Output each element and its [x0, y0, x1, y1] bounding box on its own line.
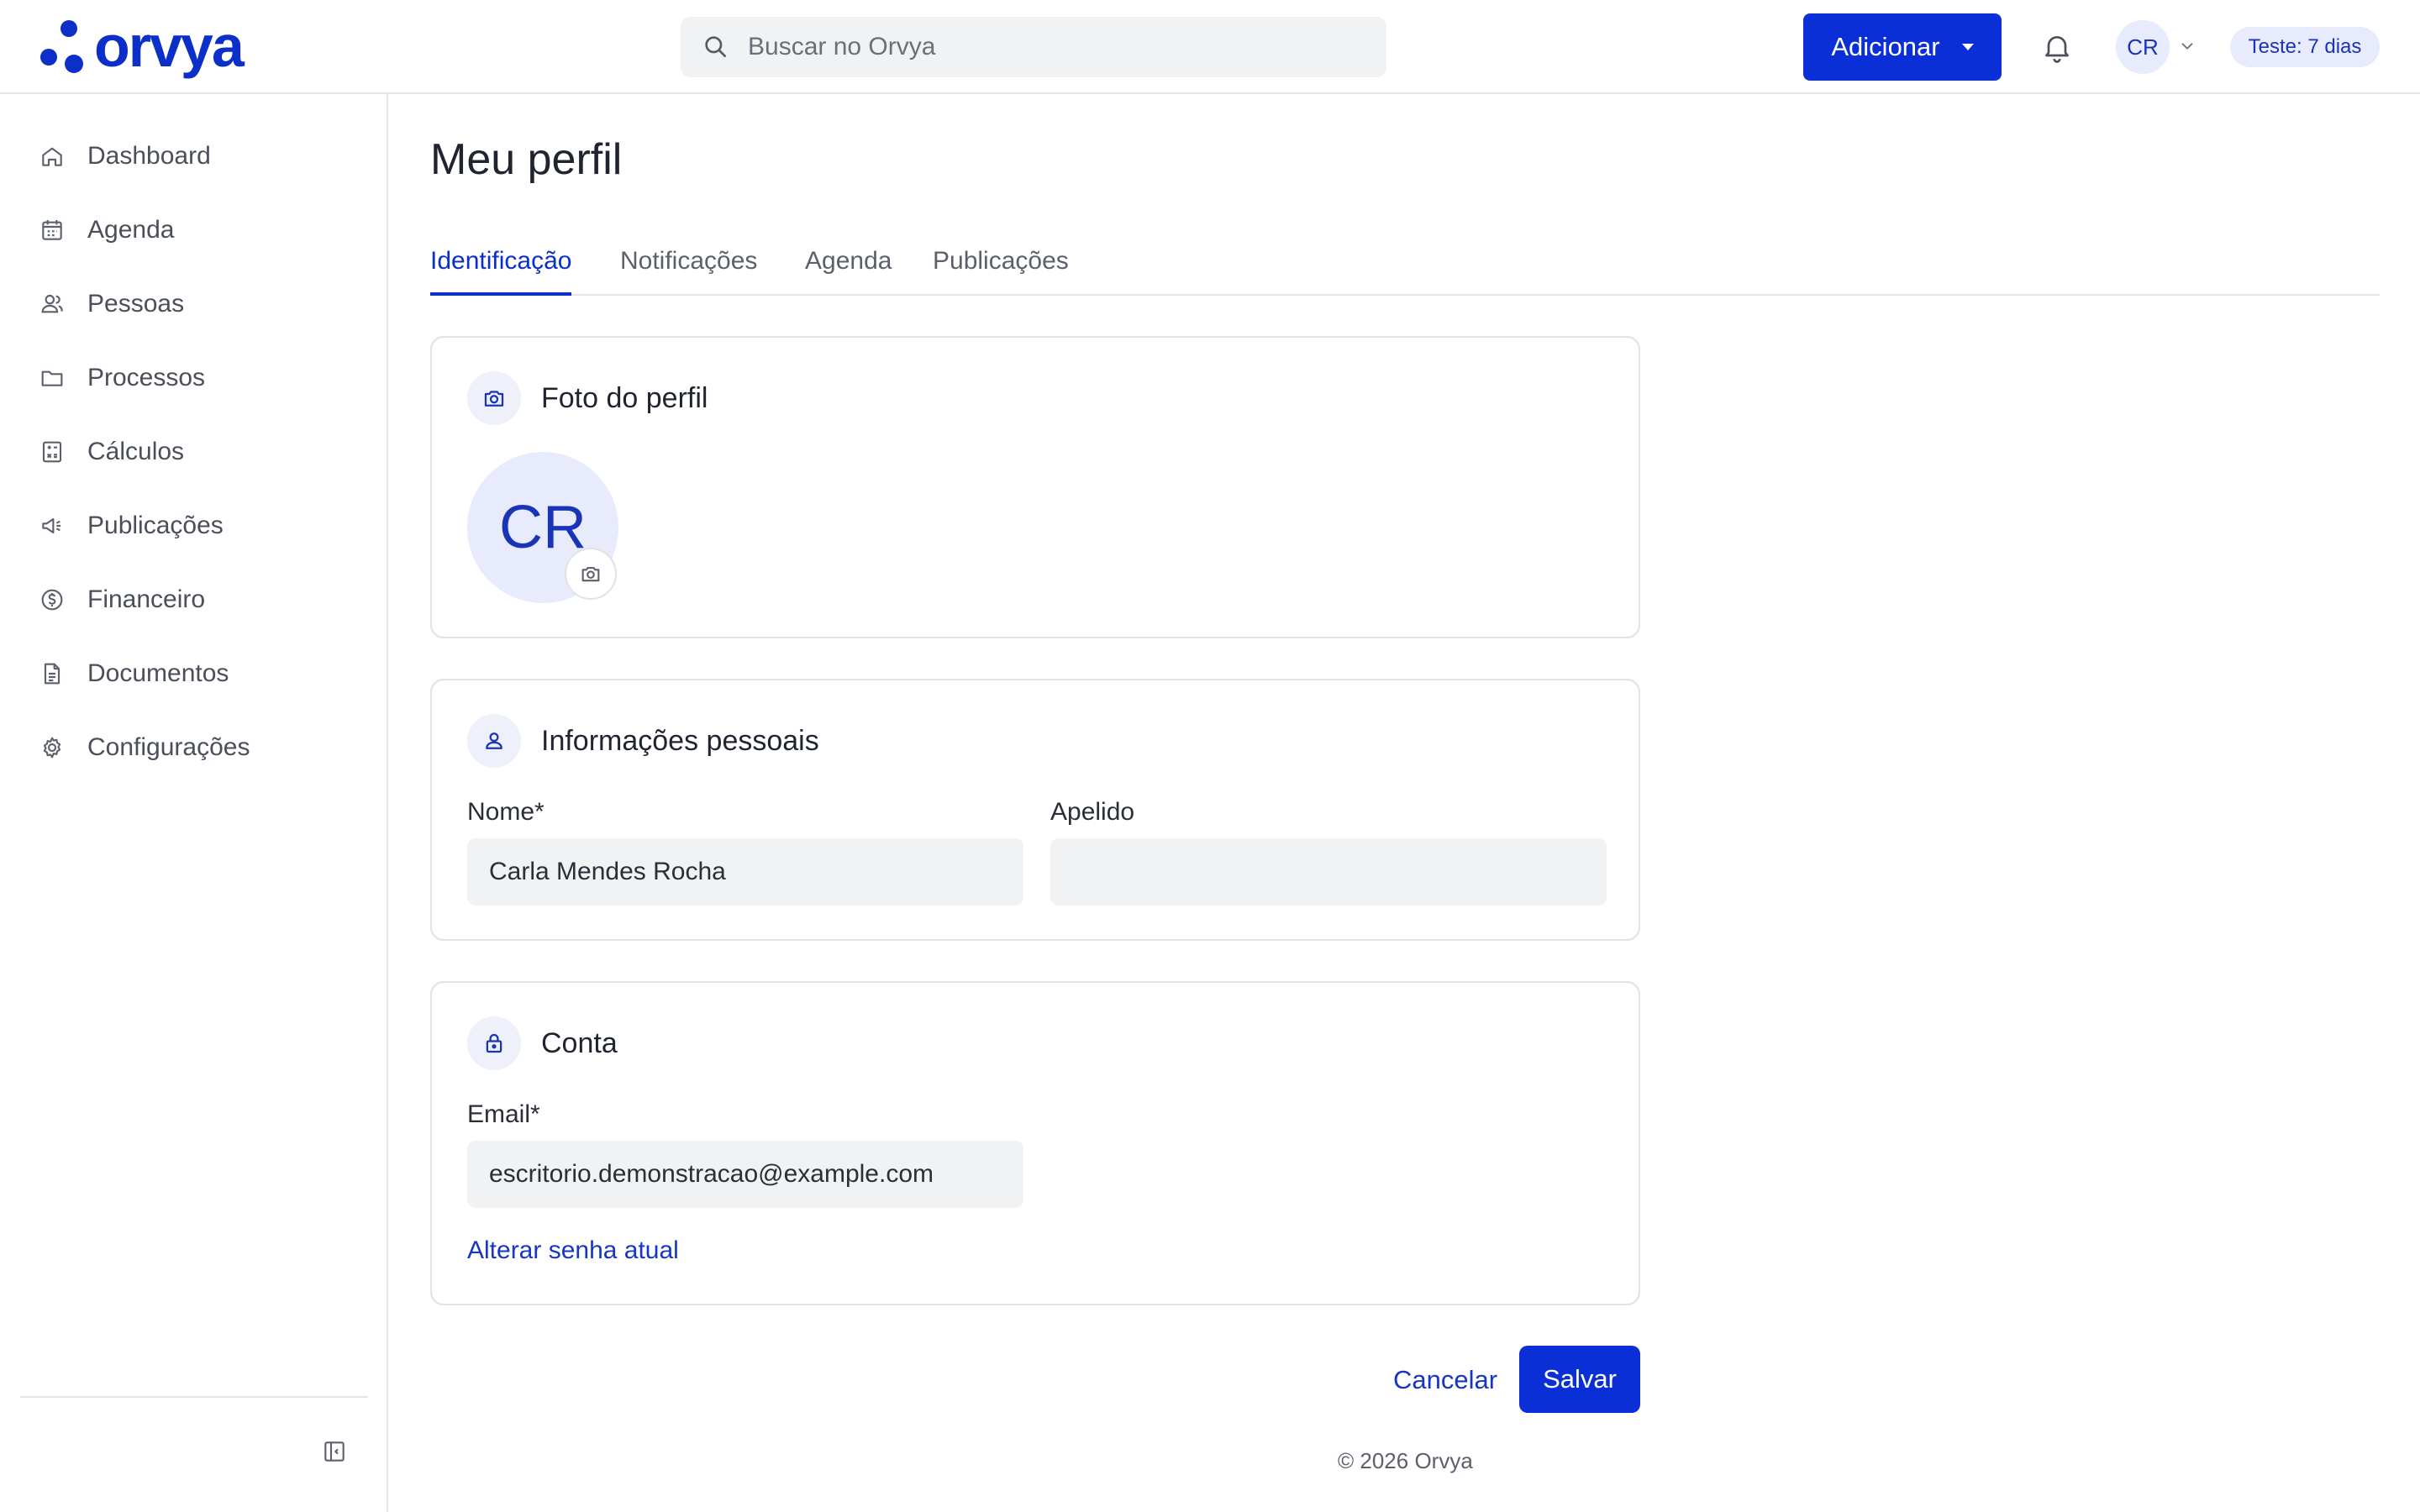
personal-info-card: Informações pessoais Nome* Apelido — [430, 679, 1640, 941]
trial-badge[interactable]: Teste: 7 dias — [2230, 27, 2380, 67]
sidebar-item-processos[interactable]: Processos — [39, 358, 205, 398]
sidebar-item-calculos[interactable]: Cálculos — [39, 432, 184, 472]
save-button[interactable]: Salvar — [1519, 1346, 1640, 1413]
sidebar-item-dashboard[interactable]: Dashboard — [39, 136, 211, 176]
nickname-field[interactable] — [1050, 838, 1607, 906]
profile-photo-card: Foto do perfil CR — [430, 336, 1640, 638]
card-icon-wrap — [467, 714, 521, 768]
folder-icon — [41, 370, 63, 386]
sidebar: Dashboard Agenda Pessoas Processos Cálcu… — [0, 94, 388, 1512]
calendar-icon — [42, 220, 62, 240]
sidebar-item-financeiro[interactable]: Financeiro — [39, 580, 205, 620]
sidebar-item-label: Publicações — [87, 512, 224, 539]
card-header: Informações pessoais — [467, 714, 819, 768]
nickname-label: Apelido — [1050, 798, 1135, 826]
home-icon — [42, 147, 62, 166]
top-bar: orvya Adicionar CR Teste: 7 dias — [0, 0, 2420, 94]
logo-text: orvya — [94, 13, 245, 79]
lock-icon — [486, 1033, 502, 1053]
change-photo-button[interactable] — [565, 548, 617, 600]
sidebar-item-label: Documentos — [87, 659, 229, 687]
sidebar-divider — [20, 1396, 368, 1398]
card-icon-wrap — [467, 371, 521, 425]
page-title: Meu perfil — [430, 135, 623, 184]
logo[interactable]: orvya — [39, 13, 245, 79]
megaphone-icon — [42, 517, 60, 534]
card-title: Foto do perfil — [541, 381, 708, 414]
cancel-button[interactable]: Cancelar — [1378, 1347, 1512, 1413]
sidebar-item-documentos[interactable]: Documentos — [39, 654, 229, 694]
user-icon — [486, 732, 502, 749]
tab-notificacoes[interactable]: Notificações — [620, 244, 757, 296]
email-field[interactable] — [467, 1141, 1023, 1208]
tab-agenda[interactable]: Agenda — [805, 244, 892, 296]
logo-dots-icon — [40, 20, 83, 73]
dollar-icon — [41, 589, 63, 611]
card-title: Conta — [541, 1026, 618, 1059]
sidebar-item-label: Agenda — [87, 216, 175, 244]
collapse-sidebar-icon[interactable] — [321, 1438, 348, 1465]
gear-icon — [43, 737, 61, 759]
sidebar-item-label: Financeiro — [87, 585, 206, 613]
search-input[interactable] — [748, 33, 1370, 61]
sidebar-item-agenda[interactable]: Agenda — [39, 210, 174, 250]
card-header: Conta — [467, 1016, 618, 1070]
footer-copyright: © 2026 Orvya — [1338, 1448, 1473, 1473]
chevron-down-icon[interactable] — [2178, 37, 2196, 55]
account-card: Conta Email* Alterar senha atual — [430, 981, 1640, 1305]
card-header: Foto do perfil — [467, 371, 708, 425]
bell-icon[interactable] — [2040, 30, 2074, 64]
email-label: Email* — [467, 1100, 540, 1128]
sidebar-item-label: Cálculos — [87, 438, 185, 465]
people-icon — [41, 294, 63, 313]
search-bar[interactable] — [681, 17, 1386, 77]
sidebar-item-configuracoes[interactable]: Configurações — [39, 727, 250, 768]
sidebar-item-publicacoes[interactable]: Publicações — [39, 506, 224, 546]
sidebar-item-label: Pessoas — [87, 290, 185, 318]
add-button-label: Adicionar — [1831, 32, 1940, 61]
tab-bar: Identificação Notificações Agenda Public… — [430, 244, 2380, 296]
camera-icon — [484, 391, 504, 407]
tab-publicacoes[interactable]: Publicações — [933, 244, 1069, 296]
change-password-link[interactable]: Alterar senha atual — [467, 1236, 679, 1265]
calculator-icon — [42, 441, 62, 463]
card-icon-wrap — [467, 1016, 521, 1070]
sidebar-item-label: Configurações — [87, 733, 250, 761]
document-icon — [44, 663, 60, 685]
sidebar-item-label: Processos — [87, 364, 206, 391]
search-icon — [705, 36, 726, 57]
tab-identificacao[interactable]: Identificação — [430, 244, 572, 296]
sidebar-item-pessoas[interactable]: Pessoas — [39, 284, 184, 324]
name-label: Nome* — [467, 798, 544, 826]
card-title: Informações pessoais — [541, 724, 819, 757]
caret-down-icon — [1961, 44, 1974, 50]
name-field[interactable] — [467, 838, 1023, 906]
camera-icon — [581, 566, 600, 582]
user-avatar[interactable]: CR — [2116, 20, 2170, 74]
add-button[interactable]: Adicionar — [1803, 13, 2002, 81]
sidebar-item-label: Dashboard — [87, 142, 211, 170]
